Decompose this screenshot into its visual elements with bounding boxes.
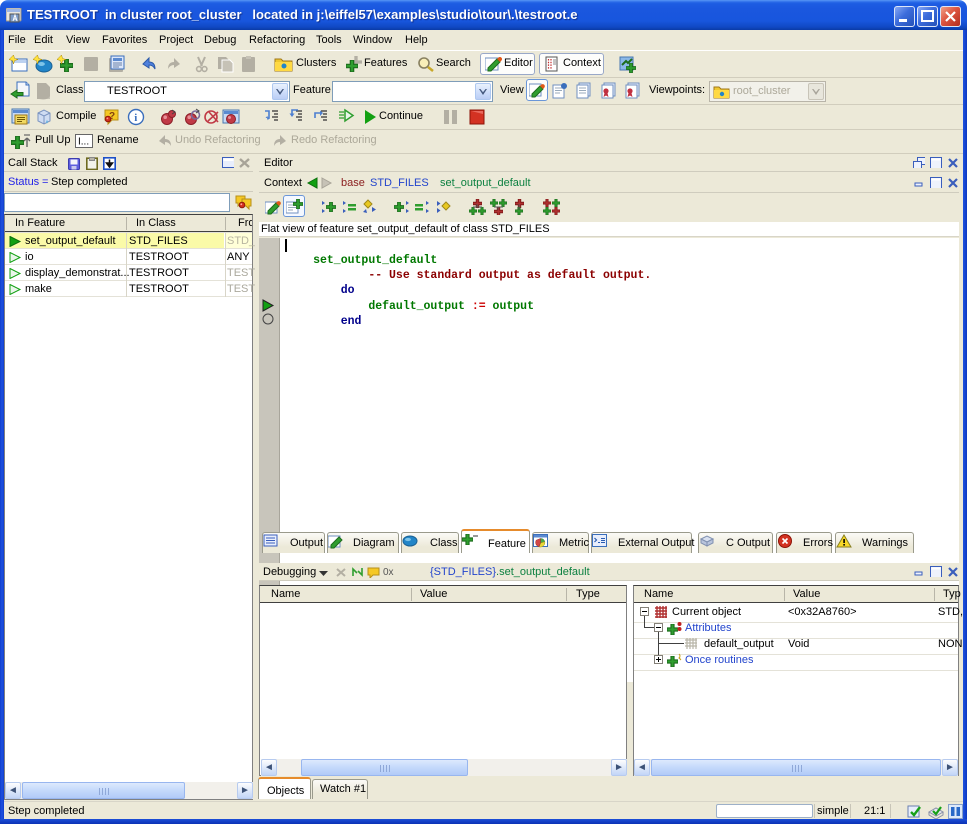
svg-text:i: i — [134, 112, 137, 124]
svg-text:I...: I... — [78, 137, 89, 148]
